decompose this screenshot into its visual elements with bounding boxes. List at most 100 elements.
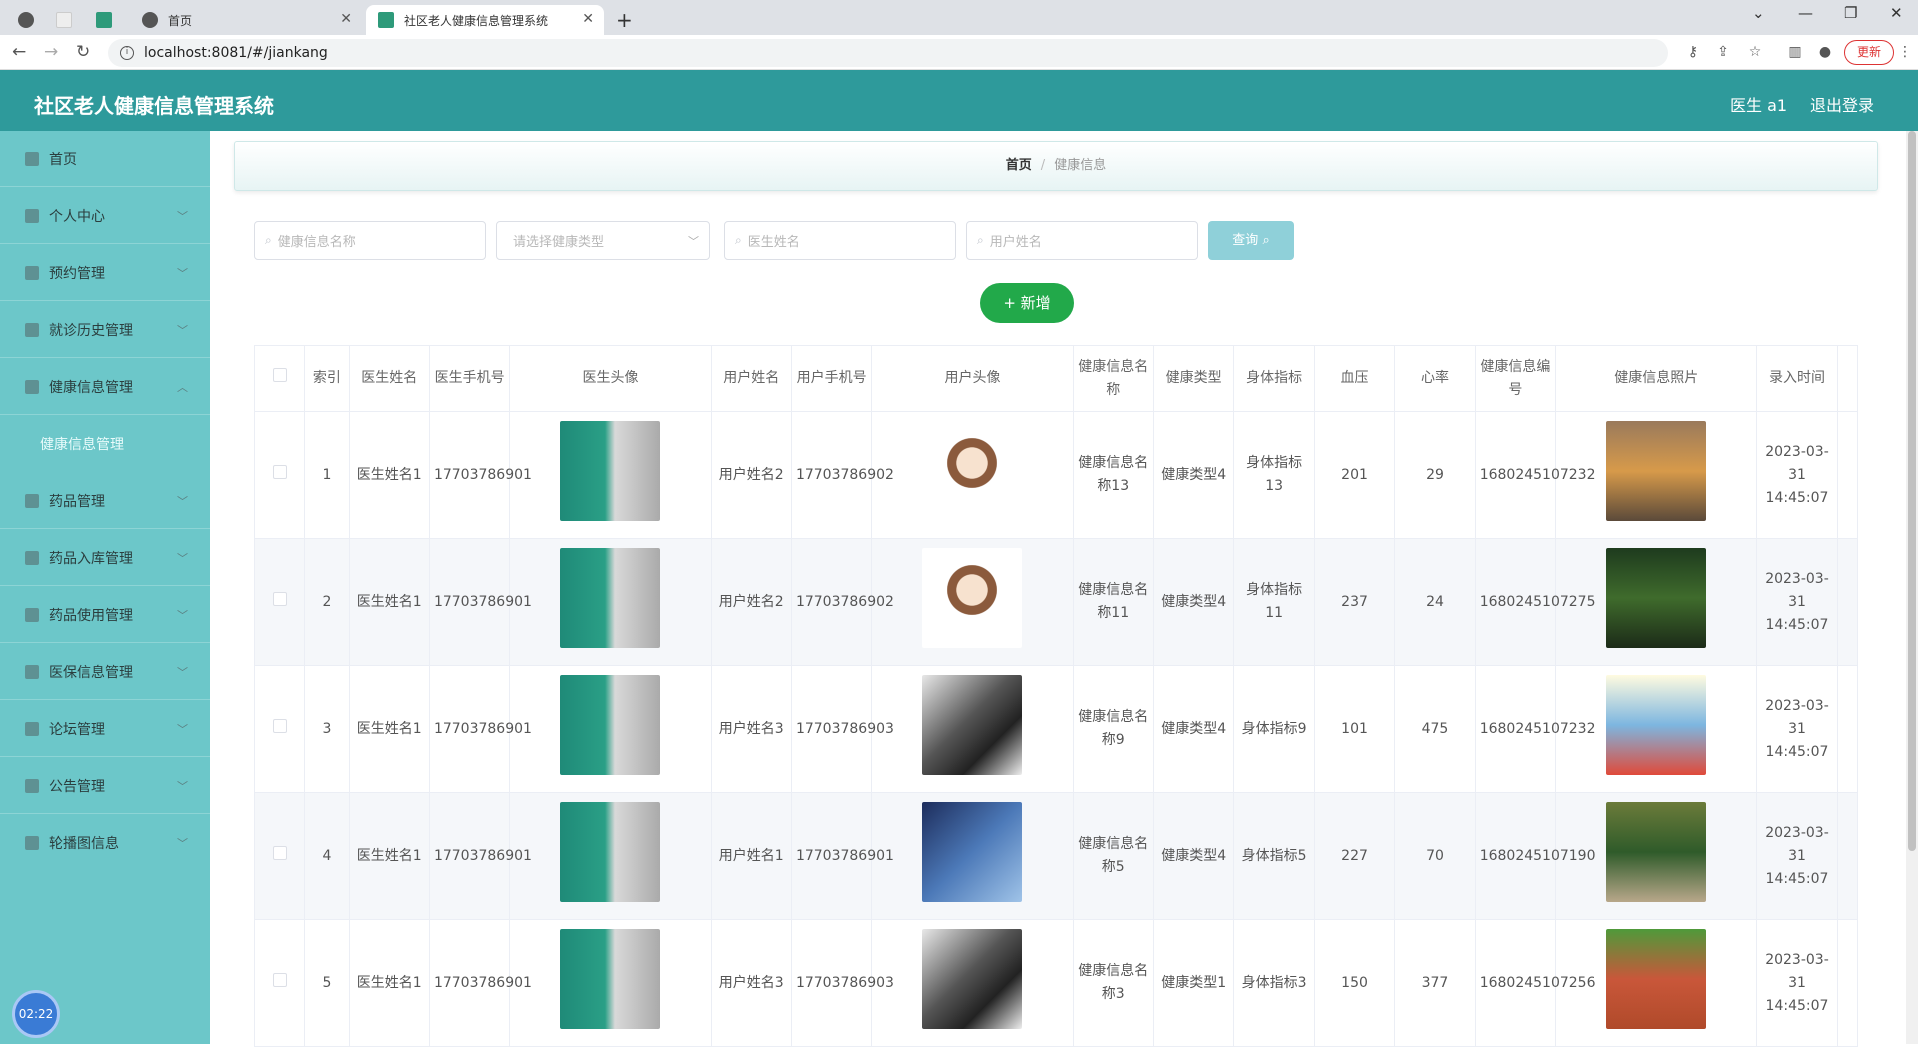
column-header[interactable]: 医生姓名: [348, 345, 430, 412]
user-name-search-input[interactable]: ⌕ 用户姓名: [966, 221, 1198, 260]
column-header[interactable]: 用户手机号: [790, 345, 873, 412]
sidebar-item-insurance[interactable]: 医保信息管理 ﹀: [0, 644, 210, 700]
pinned-tab[interactable]: [96, 5, 126, 35]
column-header[interactable]: 用户姓名: [710, 345, 792, 412]
health-photo[interactable]: [1606, 929, 1707, 1029]
table-row[interactable]: 4 医生姓名1 17703786901 用户姓名1 17703786901 健康…: [253, 792, 1859, 920]
select-all-checkbox[interactable]: [272, 368, 287, 382]
user-name-cell: 用户姓名3: [710, 665, 792, 793]
menu-icon[interactable]: ⋮: [1896, 44, 1914, 62]
minimize-icon[interactable]: —: [1798, 4, 1813, 22]
sidebar-item-forum[interactable]: 论坛管理 ﹀: [0, 701, 210, 757]
maximize-icon[interactable]: ❐: [1844, 4, 1857, 22]
user-avatar-cell: [871, 792, 1074, 920]
column-header[interactable]: 身体指标: [1233, 345, 1315, 412]
share-icon[interactable]: ⇪: [1714, 44, 1732, 62]
doctor-avatar[interactable]: [560, 929, 661, 1029]
add-button[interactable]: + 新增: [980, 283, 1074, 323]
back-icon[interactable]: ←: [12, 42, 26, 62]
row-select-cell[interactable]: [253, 538, 306, 666]
row-select-cell[interactable]: [253, 792, 306, 920]
row-checkbox[interactable]: [272, 845, 287, 860]
browser-tab[interactable]: 首页 ✕: [130, 5, 362, 35]
sidebar-item-medicine[interactable]: 药品管理 ﹀: [0, 473, 210, 529]
doctor-avatar[interactable]: [560, 675, 661, 775]
pinned-tab[interactable]: [18, 5, 48, 35]
row-select-cell[interactable]: [253, 919, 306, 1047]
chevron-down-icon: ﹀: [177, 324, 188, 337]
row-checkbox[interactable]: [272, 718, 287, 733]
user-avatar[interactable]: [922, 675, 1023, 775]
select-all-cell[interactable]: [253, 345, 306, 412]
row-checkbox[interactable]: [272, 591, 287, 606]
health-photo[interactable]: [1606, 548, 1707, 648]
table-row[interactable]: 3 医生姓名1 17703786901 用户姓名3 17703786903 健康…: [253, 665, 1859, 793]
row-checkbox[interactable]: [272, 464, 287, 479]
row-select-cell[interactable]: [253, 665, 306, 793]
sidebar-item-label: 药品使用管理: [49, 607, 133, 624]
sidebar-item-stock-in[interactable]: 药品入库管理 ﹀: [0, 530, 210, 586]
column-header[interactable]: 录入时间: [1756, 345, 1838, 412]
reload-icon[interactable]: ↻: [76, 42, 90, 62]
column-header[interactable]: 用户头像: [871, 345, 1074, 412]
sidebar-item-health[interactable]: 健康信息管理 ︿: [0, 359, 210, 415]
column-header[interactable]: 健康信息编号: [1474, 345, 1557, 412]
table-row[interactable]: 1 医生姓名1 17703786901 用户姓名2 17703786902 健康…: [253, 411, 1859, 539]
sidebar-item-label: 药品管理: [49, 493, 105, 510]
table-row[interactable]: 5 医生姓名1 17703786901 用户姓名3 17703786903 健康…: [253, 919, 1859, 1047]
column-header[interactable]: 心率: [1394, 345, 1476, 412]
column-header[interactable]: 健康信息照片: [1555, 345, 1758, 412]
url-field[interactable]: i localhost:8081/#/jiankang: [108, 39, 1668, 67]
sidebar-item-appointments[interactable]: 预约管理 ﹀: [0, 245, 210, 301]
microphone-icon: [25, 836, 39, 850]
close-window-icon[interactable]: ✕: [1890, 4, 1903, 22]
close-tab-icon[interactable]: ✕: [340, 11, 352, 27]
tab-search-icon[interactable]: ⌄: [1752, 4, 1765, 22]
profile-icon[interactable]: ●: [1816, 44, 1834, 62]
column-header[interactable]: 血压: [1313, 345, 1396, 412]
column-header[interactable]: 索引: [304, 345, 350, 412]
page-scrollbar[interactable]: [1906, 131, 1918, 1044]
breadcrumb-home[interactable]: 首页: [1006, 158, 1032, 173]
sidebar-item-notice[interactable]: 公告管理 ﹀: [0, 758, 210, 814]
scrollbar-thumb[interactable]: [1908, 131, 1916, 851]
health-photo[interactable]: [1606, 802, 1707, 902]
health-photo[interactable]: [1606, 675, 1707, 775]
sidebar-subitem-health[interactable]: 健康信息管理: [0, 416, 210, 472]
health-photo[interactable]: [1606, 421, 1707, 521]
new-tab-icon[interactable]: +: [616, 5, 640, 35]
key-icon[interactable]: ⚷: [1684, 44, 1702, 62]
sidebar-item-profile[interactable]: 个人中心 ﹀: [0, 188, 210, 244]
health-name-search-input[interactable]: ⌕ 健康信息名称: [254, 221, 486, 260]
query-button[interactable]: 查询 ⌕: [1208, 221, 1294, 260]
column-header[interactable]: 健康信息名称: [1072, 345, 1154, 412]
sidebar-item-history[interactable]: 就诊历史管理 ﹀: [0, 302, 210, 358]
forward-icon[interactable]: →: [44, 42, 58, 62]
user-avatar[interactable]: [922, 929, 1023, 1029]
column-header[interactable]: 医生头像: [509, 345, 712, 412]
star-icon[interactable]: ☆: [1746, 44, 1764, 62]
table-row[interactable]: 2 医生姓名1 17703786901 用户姓名2 17703786902 健康…: [253, 538, 1859, 666]
user-avatar[interactable]: [922, 802, 1023, 902]
doctor-avatar[interactable]: [560, 802, 661, 902]
health-type-select[interactable]: 请选择健康类型 ﹀: [496, 221, 710, 260]
row-checkbox[interactable]: [272, 972, 287, 987]
sidebar-item-home[interactable]: 首页: [0, 131, 210, 187]
browser-tab-active[interactable]: 社区老人健康信息管理系统 ✕: [366, 5, 604, 35]
logout-link[interactable]: 退出登录: [1810, 92, 1874, 116]
user-avatar[interactable]: [922, 421, 1023, 521]
sidepanel-icon[interactable]: ▥: [1786, 44, 1804, 62]
pinned-tab[interactable]: [56, 5, 86, 35]
site-info-icon[interactable]: i: [120, 46, 134, 60]
user-avatar[interactable]: [922, 548, 1023, 648]
doctor-avatar[interactable]: [560, 421, 661, 521]
sidebar-item-carousel[interactable]: 轮播图信息 ﹀: [0, 815, 210, 871]
column-header[interactable]: 健康类型: [1152, 345, 1235, 412]
update-button[interactable]: 更新: [1844, 40, 1894, 65]
doctor-name-search-input[interactable]: ⌕ 医生姓名: [724, 221, 956, 260]
close-tab-icon[interactable]: ✕: [582, 11, 594, 27]
row-select-cell[interactable]: [253, 411, 306, 539]
column-header[interactable]: 医生手机号: [428, 345, 511, 412]
doctor-avatar[interactable]: [560, 548, 661, 648]
sidebar-item-usage[interactable]: 药品使用管理 ﹀: [0, 587, 210, 643]
